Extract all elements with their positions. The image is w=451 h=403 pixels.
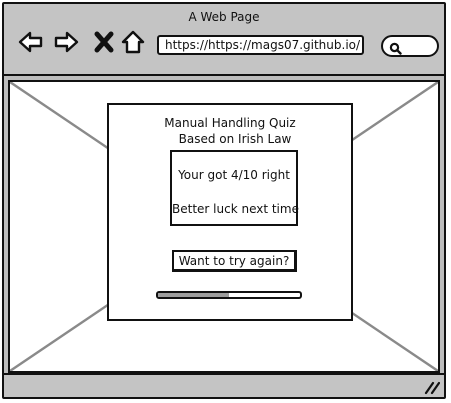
search-field[interactable] bbox=[381, 35, 439, 57]
window-title: A Web Page bbox=[188, 10, 260, 24]
browser-toolbar: A Web Page https://https://mags07.github… bbox=[4, 4, 444, 76]
progress-bar bbox=[156, 291, 302, 299]
home-icon[interactable] bbox=[119, 28, 147, 56]
try-again-button[interactable]: Want to try again? bbox=[172, 250, 297, 272]
search-icon bbox=[389, 40, 402, 55]
url-field[interactable]: https://https://mags07.github.io/ bbox=[157, 35, 364, 55]
back-arrow-icon[interactable] bbox=[17, 28, 45, 56]
progress-fill bbox=[158, 293, 229, 297]
forward-arrow-icon[interactable] bbox=[52, 28, 80, 56]
quiz-subtitle: Based on Irish Law bbox=[178, 132, 292, 146]
browser-window: A Web Page https://https://mags07.github… bbox=[2, 2, 446, 399]
result-message: Better luck next time bbox=[172, 202, 299, 216]
close-icon[interactable] bbox=[90, 28, 118, 56]
quiz-title: Manual Handling Quiz bbox=[164, 116, 296, 130]
resize-grip-icon[interactable] bbox=[424, 379, 441, 395]
result-box: Your got 4/10 right Better luck next tim… bbox=[170, 150, 299, 226]
status-bar bbox=[4, 373, 444, 397]
quiz-card: Manual Handling Quiz Based on Irish Law … bbox=[107, 103, 353, 321]
score-text: Your got 4/10 right bbox=[178, 168, 290, 182]
page-content: Manual Handling Quiz Based on Irish Law … bbox=[8, 80, 440, 373]
